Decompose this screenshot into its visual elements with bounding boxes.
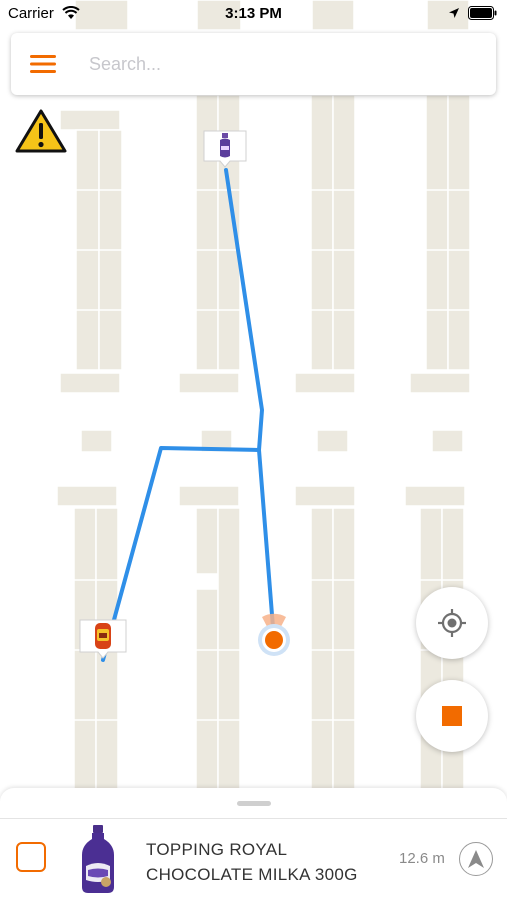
status-time: 3:13 PM [225, 5, 282, 22]
screen: Carrier 3:13 PM Search... TOPPING ROYAL … [0, 0, 507, 900]
sheet-divider [0, 818, 507, 819]
navigation-arrow-icon [468, 850, 484, 868]
search-input[interactable] [89, 45, 479, 83]
shelf [80, 429, 113, 453]
shelf [59, 372, 121, 394]
shelf [195, 588, 219, 791]
shelf [425, 94, 449, 371]
store-map[interactable] [0, 0, 507, 791]
item-checkbox[interactable] [16, 842, 46, 872]
product-bottle-icon [82, 825, 114, 893]
shelf [310, 94, 334, 371]
shelf [294, 372, 356, 394]
item-distance: 12.6 m [399, 850, 445, 867]
shelf [59, 109, 121, 131]
hamburger-menu-icon[interactable] [30, 54, 56, 74]
shelf [217, 507, 241, 791]
shelf [409, 372, 471, 394]
shelf [332, 507, 356, 791]
locate-me-button[interactable] [416, 587, 488, 659]
shelf [404, 485, 466, 507]
store-floor-plan [56, 0, 471, 791]
shelf [56, 485, 118, 507]
shelf [316, 429, 349, 453]
shelf [195, 507, 219, 575]
shelf [447, 94, 471, 371]
item-name-line-1: TOPPING ROYAL [146, 840, 288, 859]
shelf [310, 507, 334, 791]
shelf [332, 94, 356, 371]
product-pin-sauce [79, 619, 127, 659]
shelf [294, 485, 356, 507]
current-location-marker [258, 613, 290, 656]
search-bar [11, 33, 496, 95]
shelf [178, 372, 240, 394]
crosshair-locate-icon [438, 609, 466, 637]
navigate-button[interactable] [459, 842, 493, 876]
shelf [431, 429, 464, 453]
battery-icon [468, 6, 497, 20]
item-name: TOPPING ROYAL CHOCOLATE MILKA 300G [146, 837, 396, 887]
shelf [178, 485, 240, 507]
location-arrow-icon [449, 8, 459, 18]
stop-navigation-button[interactable] [416, 680, 488, 752]
stop-square-icon [442, 706, 462, 726]
item-name-line-2: CHOCOLATE MILKA 300G [146, 865, 358, 884]
sheet-drag-handle[interactable] [237, 801, 271, 806]
warning-triangle-icon[interactable] [15, 108, 67, 154]
status-bar: Carrier 3:13 PM [0, 0, 507, 28]
